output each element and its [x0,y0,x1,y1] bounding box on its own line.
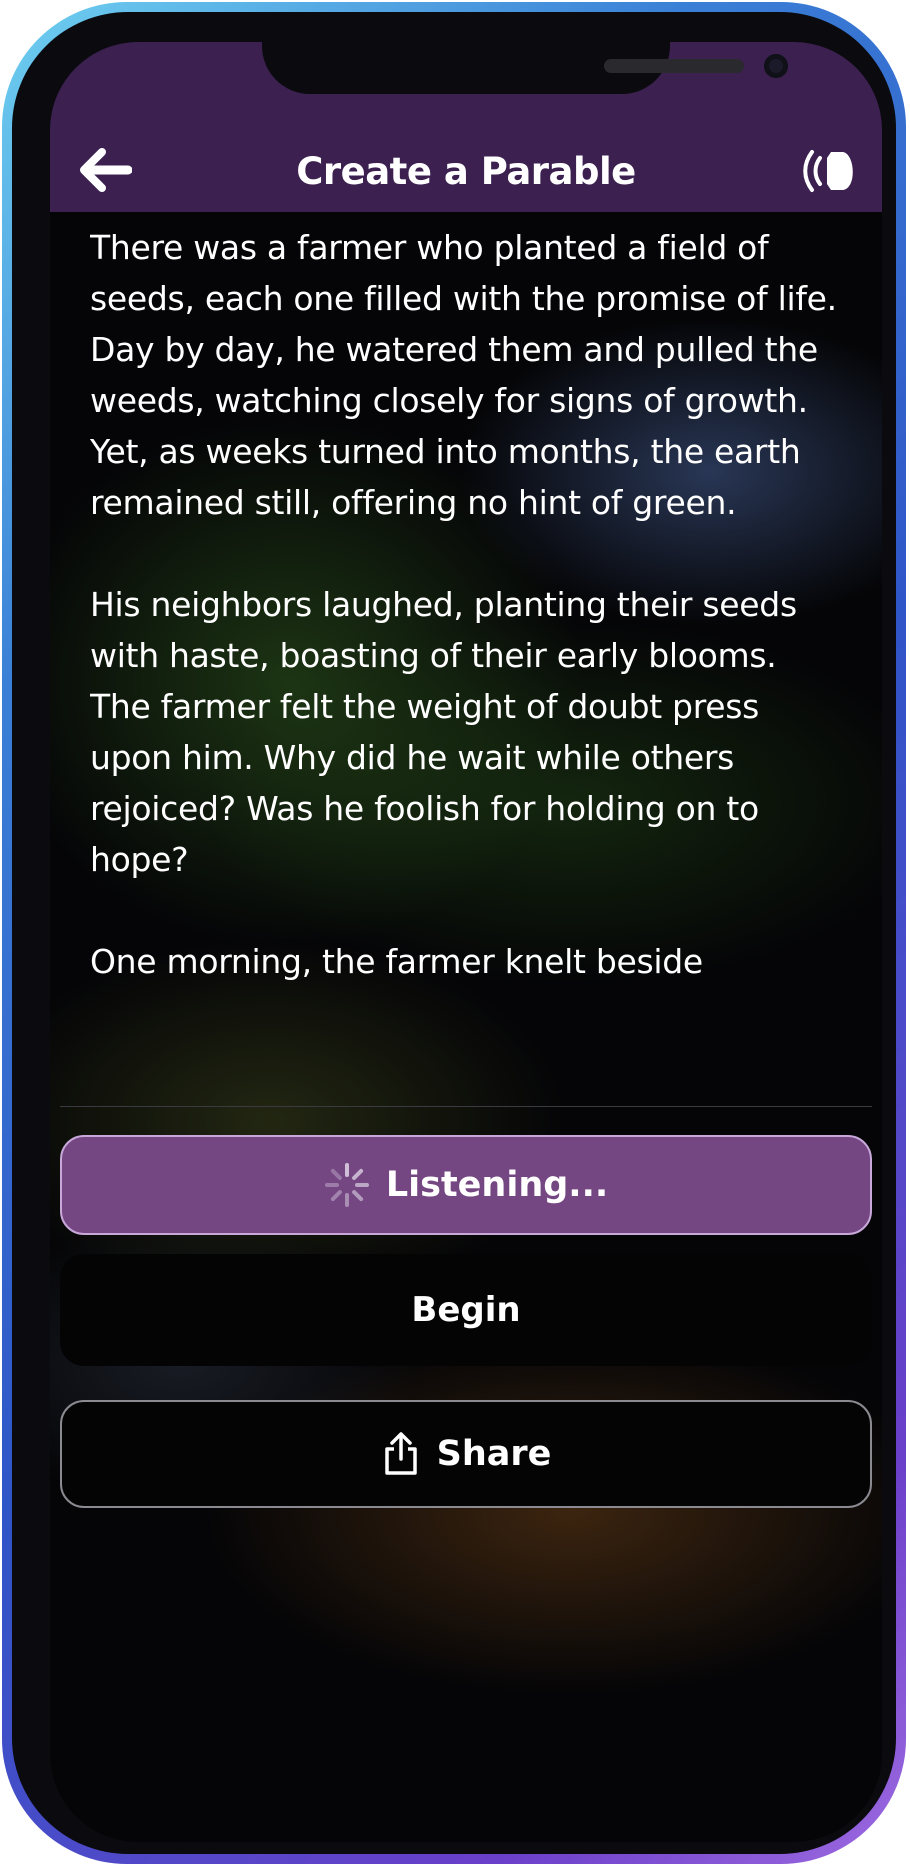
share-icon [381,1431,421,1477]
loading-spinner-icon [324,1162,370,1208]
story-paragraph: There was a farmer who planted a field o… [90,228,837,522]
sound-toggle-button[interactable] [802,146,862,196]
header-bar: Create a Parable [50,42,882,212]
share-label: Share [436,1434,552,1474]
phone-frame: Create a Parable There was a farmer who … [2,2,906,1864]
speaker-sound-icon [803,146,861,196]
content-divider [60,1106,872,1107]
app-screen: Create a Parable There was a farmer who … [50,42,882,1842]
phone-bezel: Create a Parable There was a farmer who … [12,12,896,1854]
back-button[interactable] [78,146,134,194]
device-notch [262,42,788,94]
begin-button[interactable]: Begin [60,1254,872,1366]
earpiece-speaker [604,59,744,73]
story-paragraph: His neighbors laughed, planting their se… [90,585,797,879]
listening-button[interactable]: Listening... [60,1135,872,1235]
arrow-left-icon [80,148,132,192]
story-paragraph: One morning, the farmer knelt beside [90,942,703,981]
begin-label: Begin [411,1290,521,1330]
front-camera [764,54,788,78]
share-button[interactable]: Share [60,1400,872,1508]
parable-text-area[interactable]: There was a farmer who planted a field o… [90,222,842,1112]
page-title: Create a Parable [296,150,636,193]
listening-label: Listening... [385,1165,609,1205]
